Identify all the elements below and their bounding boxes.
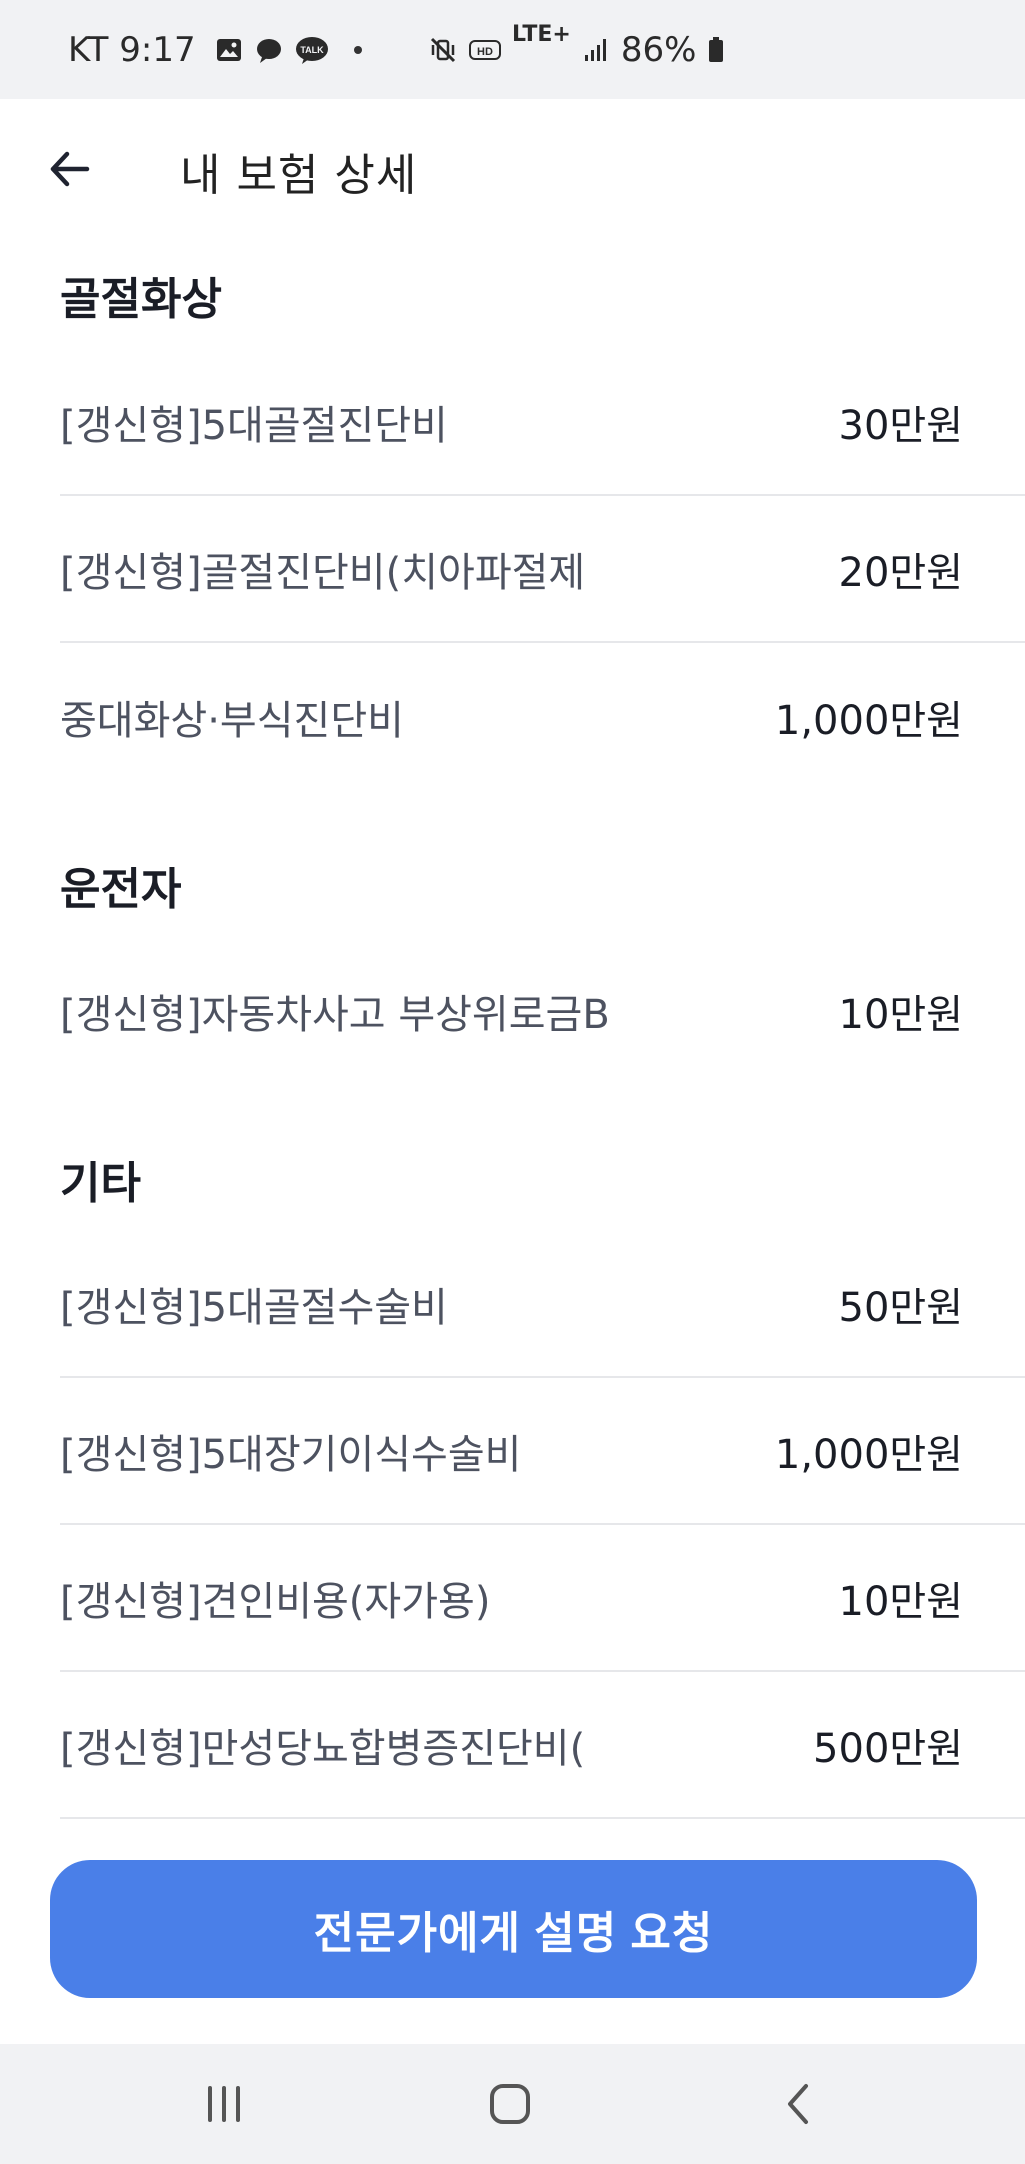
coverage-amount: 10만원: [838, 1578, 964, 1625]
home-button[interactable]: [470, 2074, 550, 2134]
page-title: 내 보험 상세: [180, 150, 418, 201]
list-item[interactable]: 중대화상·부식진단비 1,000만원: [60, 643, 1025, 790]
list-item[interactable]: [갱신형]견인비용(자가용) 10만원: [60, 1525, 1025, 1672]
coverage-amount: 20만원: [838, 549, 964, 596]
coverage-amount: 10만원: [838, 991, 964, 1038]
list-item[interactable]: [갱신형]5대장기이식수술비 1,000만원: [60, 1378, 1025, 1525]
section-title-fracture-burn: 골절화상: [60, 274, 222, 325]
coverage-name: [갱신형]견인비용(자가용): [60, 1578, 491, 1625]
status-bar: KT 9:17 TALK HD LTE+ 86%: [0, 0, 1025, 99]
section-title-etc: 기타: [60, 1158, 141, 1209]
list-item[interactable]: [갱신형]만성당뇨합병증진단비( 500만원: [60, 1672, 1025, 1819]
hd-voice-icon: HD: [469, 39, 501, 60]
back-button[interactable]: [42, 141, 98, 197]
list-item[interactable]: [갱신형]5대골절수술비 50만원: [60, 1231, 1025, 1378]
coverage-amount: 50만원: [838, 1284, 964, 1331]
battery-percent: 86%: [620, 29, 697, 70]
app-bar: 내 보험 상세: [0, 99, 1025, 239]
talk-icon: TALK: [295, 36, 328, 64]
coverage-name: [갱신형]골절진단비(치아파절제: [60, 549, 586, 596]
coverage-name: [갱신형]5대골절수술비: [60, 1284, 448, 1331]
chevron-left-icon: [788, 2084, 808, 2124]
battery-icon: [709, 36, 724, 62]
mute-vibrate-icon: [430, 37, 456, 62]
coverage-name: [갱신형]자동차사고 부상위로금B: [60, 991, 610, 1038]
request-expert-explanation-button[interactable]: 전문가에게 설명 요청: [50, 1860, 977, 1998]
svg-text:TALK: TALK: [300, 45, 324, 55]
coverage-amount: 1,000만원: [774, 1431, 963, 1478]
list-item[interactable]: [갱신형]골절진단비(치아파절제 20만원: [60, 496, 1025, 643]
network-type: LTE+: [512, 21, 571, 47]
home-icon: [490, 2084, 530, 2124]
system-nav-bar: [0, 2044, 1025, 2164]
list-item[interactable]: [갱신형]자동차사고 부상위로금B 10만원: [60, 937, 1025, 1084]
section-title-driver: 운전자: [60, 864, 182, 915]
coverage-amount: 1,000만원: [774, 697, 963, 744]
notification-dot-icon: [353, 45, 362, 54]
coverage-name: [갱신형]5대골절진단비: [60, 402, 448, 449]
recent-apps-button[interactable]: [184, 2074, 264, 2134]
coverage-name: 중대화상·부식진단비: [60, 697, 404, 744]
list-item[interactable]: [갱신형]5대골절진단비 30만원: [60, 349, 1025, 496]
arrow-left-icon: [50, 151, 90, 187]
message-icon: [256, 38, 281, 63]
coverage-amount: 30만원: [838, 402, 964, 449]
coverage-name: [갱신형]만성당뇨합병증진단비(: [60, 1725, 586, 1772]
coverage-amount: 500만원: [813, 1725, 963, 1772]
svg-text:HD: HD: [477, 46, 493, 58]
signal-icon: [584, 38, 606, 61]
nav-back-button[interactable]: [758, 2074, 838, 2134]
recent-apps-icon: [208, 2086, 240, 2122]
carrier-time: KT 9:17: [68, 29, 196, 70]
gallery-icon: [216, 38, 241, 61]
coverage-name: [갱신형]5대장기이식수술비: [60, 1431, 522, 1478]
